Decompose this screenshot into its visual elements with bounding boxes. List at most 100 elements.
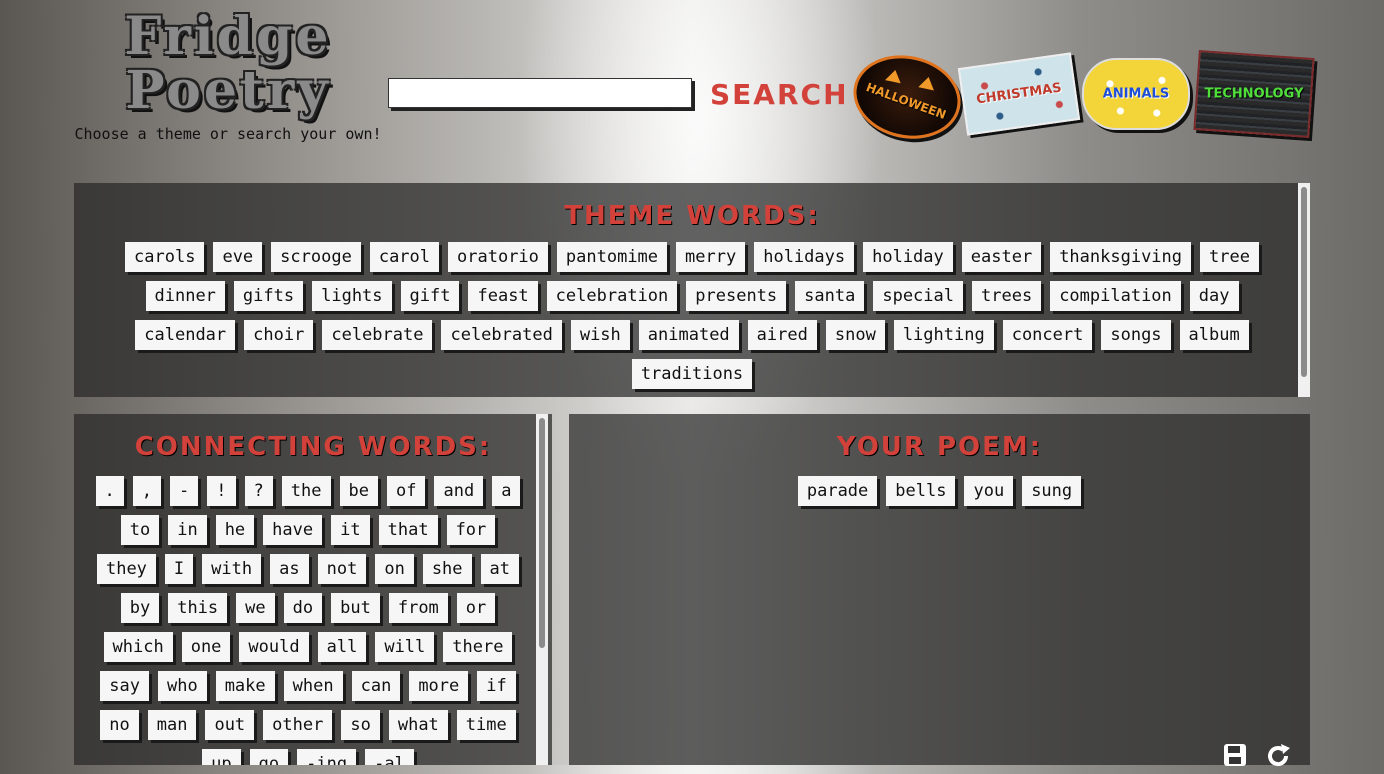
scrollbar-thumb[interactable] <box>539 418 545 648</box>
theme-word-tile[interactable]: presents <box>686 281 787 311</box>
connecting-word-tile[interactable]: - <box>170 476 199 506</box>
connecting-word-tile[interactable]: make <box>215 671 275 701</box>
theme-word-tile[interactable]: calendar <box>135 320 236 350</box>
connecting-word-tile[interactable]: as <box>270 554 309 584</box>
connecting-word-tile[interactable]: but <box>331 593 380 623</box>
theme-word-tile[interactable]: snow <box>825 320 885 350</box>
theme-word-tile[interactable]: day <box>1189 281 1239 311</box>
connecting-word-tile[interactable]: and <box>434 476 484 506</box>
theme-word-tile[interactable]: lighting <box>893 320 994 350</box>
connecting-word-tile[interactable]: ! <box>207 476 236 506</box>
connecting-word-tile[interactable]: all <box>317 632 367 662</box>
connecting-word-tile[interactable]: in <box>168 515 207 545</box>
connecting-word-tile[interactable]: so <box>341 710 380 740</box>
connecting-word-tile[interactable]: one <box>181 632 231 662</box>
connecting-word-tile[interactable]: more <box>409 671 469 701</box>
theme-word-tile[interactable]: tree <box>1200 242 1259 272</box>
connecting-word-tile[interactable]: do <box>283 593 323 623</box>
theme-word-tile[interactable]: concert <box>1002 320 1093 350</box>
theme-word-tile[interactable]: eve <box>213 242 263 272</box>
theme-christmas-button[interactable]: CHRISTMAS <box>957 52 1081 136</box>
search-input[interactable] <box>388 78 692 108</box>
connecting-word-tile[interactable]: of <box>387 476 426 506</box>
theme-word-tile[interactable]: pantomime <box>556 242 668 272</box>
search-button[interactable]: SEARCH <box>710 76 849 112</box>
connecting-word-tile[interactable]: that <box>378 515 438 545</box>
connecting-word-tile[interactable]: for <box>446 515 496 545</box>
connecting-word-tile[interactable]: ? <box>244 476 273 506</box>
connecting-word-tile[interactable]: -al <box>365 749 414 765</box>
theme-word-tile[interactable]: celebration <box>546 281 678 311</box>
poem-word-tile[interactable]: sung <box>1022 476 1082 506</box>
connecting-word-tile[interactable]: would <box>239 632 309 662</box>
theme-word-tile[interactable]: santa <box>795 281 865 311</box>
connecting-word-tile[interactable]: when <box>283 671 343 701</box>
theme-word-tile[interactable]: gifts <box>233 281 304 311</box>
theme-word-tile[interactable]: celebrate <box>322 320 433 350</box>
connecting-word-tile[interactable]: at <box>480 554 520 584</box>
poem-panel[interactable]: YOUR POEM: parade bells you sung <box>569 414 1310 765</box>
theme-word-tile[interactable]: gift <box>400 281 460 311</box>
connecting-word-tile[interactable]: be <box>339 476 378 506</box>
connecting-word-tile[interactable]: out <box>205 710 255 740</box>
theme-word-tile[interactable]: scrooge <box>271 242 361 272</box>
connecting-word-tile[interactable]: to <box>120 515 160 545</box>
theme-word-tile[interactable]: album <box>1179 320 1249 350</box>
theme-word-tile[interactable]: thanksgiving <box>1050 242 1192 272</box>
connecting-word-tile[interactable]: by <box>120 593 160 623</box>
theme-word-tile[interactable]: wish <box>570 320 630 350</box>
connecting-word-tile[interactable]: with <box>202 554 262 584</box>
theme-word-tile[interactable]: celebrated <box>441 320 562 350</box>
theme-halloween-button[interactable]: HALLOWEEN <box>845 45 969 149</box>
theme-word-tile[interactable]: special <box>873 281 963 311</box>
connecting-word-tile[interactable]: up <box>202 749 241 765</box>
connecting-word-tile[interactable]: will <box>375 632 435 662</box>
connecting-word-tile[interactable]: we <box>236 593 275 623</box>
connecting-word-tile[interactable]: time <box>456 710 516 740</box>
refresh-icon[interactable] <box>1264 742 1292 770</box>
connecting-word-tile[interactable]: there <box>443 632 513 662</box>
connecting-word-tile[interactable]: she <box>422 554 472 584</box>
theme-word-tile[interactable]: holiday <box>863 242 953 272</box>
connecting-word-tile[interactable]: have <box>263 515 323 545</box>
theme-word-tile[interactable]: animated <box>638 320 739 350</box>
connecting-word-tile[interactable]: they <box>96 554 156 584</box>
connecting-word-tile[interactable]: go <box>249 749 289 765</box>
theme-word-tile[interactable]: merry <box>676 242 746 272</box>
poem-word-tile[interactable]: parade <box>797 476 878 506</box>
poem-word-tile[interactable]: you <box>964 476 1014 506</box>
connecting-word-tile[interactable]: what <box>388 710 448 740</box>
theme-word-tile[interactable]: traditions <box>631 359 753 389</box>
connecting-word-tile[interactable]: other <box>263 710 333 740</box>
save-icon[interactable] <box>1222 742 1250 770</box>
theme-word-tile[interactable]: oratorio <box>448 242 548 272</box>
connecting-word-tile[interactable]: if <box>477 671 516 701</box>
connecting-word-tile[interactable]: it <box>331 515 370 545</box>
theme-word-tile[interactable]: carol <box>369 242 440 272</box>
connecting-word-tile[interactable]: from <box>388 593 448 623</box>
theme-word-tile[interactable]: lights <box>312 281 392 311</box>
theme-word-tile[interactable]: choir <box>244 320 314 350</box>
theme-word-tile[interactable]: holidays <box>754 242 855 272</box>
theme-word-tile[interactable]: feast <box>468 281 538 311</box>
connecting-word-tile[interactable]: can <box>351 671 401 701</box>
connecting-word-tile[interactable]: a <box>492 476 521 506</box>
theme-word-tile[interactable]: songs <box>1101 320 1171 350</box>
connecting-word-tile[interactable]: no <box>100 710 139 740</box>
theme-word-tile[interactable]: compilation <box>1050 281 1181 311</box>
scrollbar-thumb[interactable] <box>1301 187 1307 377</box>
theme-word-tile[interactable]: easter <box>961 242 1042 272</box>
connecting-word-tile[interactable]: this <box>168 593 228 623</box>
connecting-word-tile[interactable]: not <box>317 554 367 584</box>
theme-words-scrollbar[interactable] <box>1298 183 1310 397</box>
theme-word-tile[interactable]: carols <box>125 242 205 272</box>
theme-word-tile[interactable]: dinner <box>145 281 225 311</box>
poem-word-tile[interactable]: bells <box>886 476 956 506</box>
theme-animals-button[interactable]: ANIMALS <box>1082 58 1190 130</box>
connecting-word-tile[interactable]: I <box>164 554 194 584</box>
theme-word-tile[interactable]: aired <box>747 320 817 350</box>
connecting-word-tile[interactable]: say <box>100 671 149 701</box>
connecting-word-tile[interactable]: which <box>103 632 173 662</box>
connecting-word-tile[interactable]: who <box>157 671 207 701</box>
connecting-word-tile[interactable]: man <box>147 710 197 740</box>
